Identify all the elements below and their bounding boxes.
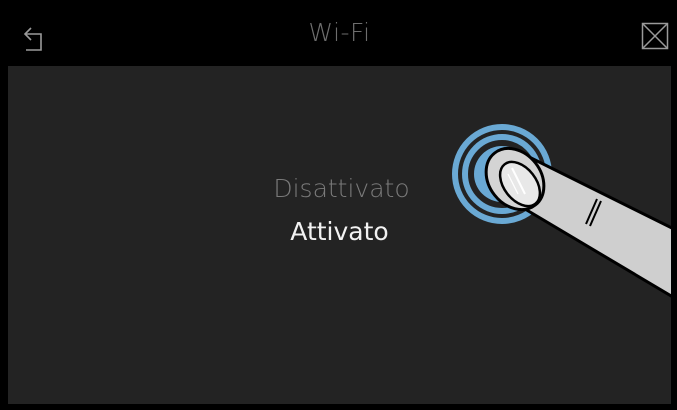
finger-tap-icon — [452, 124, 671, 298]
page-title: Wi-Fi — [308, 18, 371, 47]
header-bar: Wi-Fi — [8, 6, 671, 66]
main-panel: Disattivato Attivato — [8, 66, 671, 404]
screen: Wi-Fi Disattivato Attivato — [0, 0, 677, 410]
close-x-icon — [641, 22, 669, 50]
close-button[interactable] — [641, 22, 669, 50]
